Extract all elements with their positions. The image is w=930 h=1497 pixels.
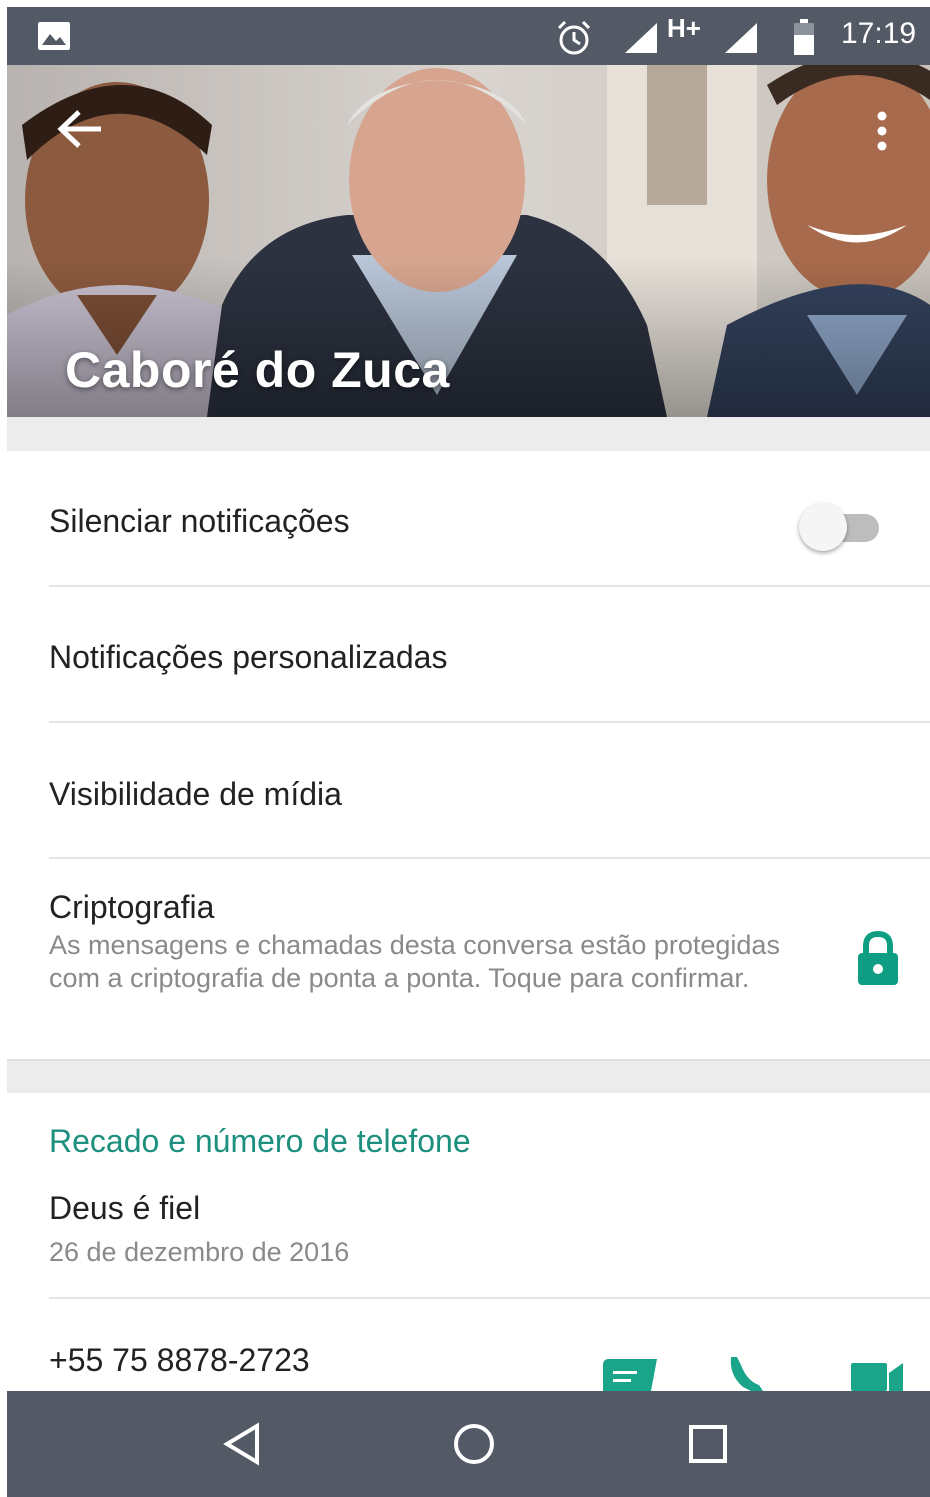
network-type-label: H+ (667, 13, 701, 43)
custom-notifications-label: Notificações personalizadas (49, 639, 448, 675)
lock-icon (858, 931, 898, 985)
toggle-knob (799, 503, 847, 551)
phone-icon[interactable] (723, 1355, 783, 1391)
alarm-icon (557, 20, 591, 55)
about-status: Deus é fiel (49, 1190, 201, 1226)
mute-notifications-row[interactable]: Silenciar notificações (7, 451, 930, 585)
signal-icon (625, 23, 657, 53)
more-vert-icon[interactable] (867, 109, 897, 153)
back-triangle-icon[interactable] (219, 1421, 265, 1467)
phone-number[interactable]: +55 75 8878-2723 (49, 1342, 310, 1379)
home-circle-icon[interactable] (451, 1421, 497, 1467)
contact-name: Caboré do Zuca (65, 342, 450, 398)
media-visibility-row[interactable]: Visibilidade de mídia (7, 723, 930, 857)
recents-square-icon[interactable] (685, 1421, 731, 1467)
clock-time: 17:19 (841, 17, 917, 50)
video-icon[interactable] (847, 1355, 907, 1391)
custom-notifications-row[interactable]: Notificações personalizadas (7, 587, 930, 721)
system-nav-bar (7, 1391, 930, 1497)
media-visibility-label: Visibilidade de mídia (49, 776, 342, 812)
divider (49, 1297, 930, 1299)
encryption-title: Criptografia (49, 889, 215, 925)
section-separator (7, 417, 930, 451)
mute-notifications-label: Silenciar notificações (49, 503, 350, 539)
arrow-left-icon[interactable] (55, 107, 105, 151)
message-icon[interactable] (601, 1355, 661, 1391)
section-separator (7, 1059, 930, 1093)
status-bar: H+ 17:19 (7, 7, 930, 65)
gallery-icon (38, 22, 70, 50)
encryption-description: As mensagens e chamadas desta conversa e… (49, 930, 780, 993)
profile-header: Caboré do Zuca (7, 65, 930, 417)
battery-icon (794, 19, 814, 55)
encryption-row[interactable]: Criptografia As mensagens e chamadas des… (7, 859, 930, 1059)
about-status-date: 26 de dezembro de 2016 (49, 1237, 350, 1267)
about-section-title: Recado e número de telefone (49, 1123, 471, 1159)
signal-icon (725, 23, 757, 53)
contact-info-screen: H+ 17:19 Caboré do Zuca Silenciar notifi… (7, 7, 930, 1497)
mute-toggle[interactable] (799, 503, 883, 551)
